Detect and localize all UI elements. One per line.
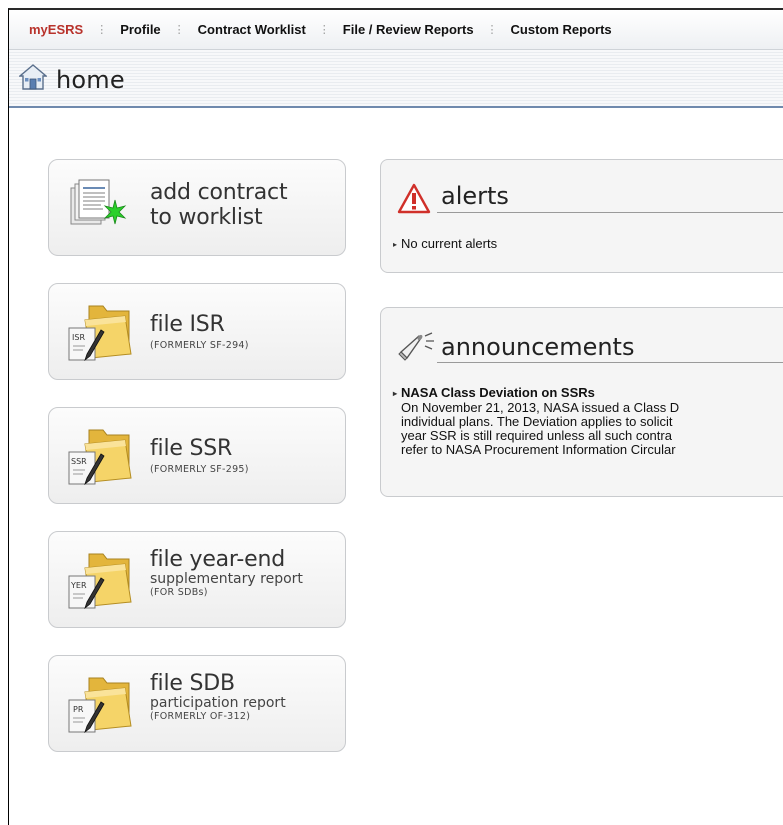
announcements-panel: announcements ▸ NASA Class Deviation on S…: [380, 307, 783, 497]
file-sdb-tile[interactable]: PR file SDB participation report (FORMER…: [48, 655, 346, 752]
nav-separator: ⋮: [486, 24, 498, 36]
add-contract-icon: [70, 179, 127, 225]
alert-item-text: No current alerts: [401, 236, 498, 251]
nav-separator: ⋮: [96, 24, 108, 36]
announcement-line: year SSR is still required unless all su…: [401, 428, 672, 443]
alert-item: ▸ No current alerts: [393, 236, 497, 251]
announcements-heading: announcements: [441, 333, 635, 361]
page-title: home: [56, 66, 125, 94]
announcement-title[interactable]: ▸ NASA Class Deviation on SSRs: [393, 386, 783, 401]
tile-badge: SSR: [71, 457, 87, 466]
nav-myesrs[interactable]: myESRS: [9, 22, 96, 37]
announcement-line: On November 21, 2013, NASA issued a Clas…: [401, 400, 680, 415]
announcement-title-text: NASA Class Deviation on SSRs: [401, 385, 595, 400]
file-isr-tile[interactable]: ISR file ISR (FORMERLY SF-294): [48, 283, 346, 380]
home-icon: [19, 64, 47, 90]
tile-subtitle: participation report: [150, 695, 286, 711]
file-year-end-tile[interactable]: YER file year-end supplementary report (…: [48, 531, 346, 628]
tile-subtitle: to worklist: [150, 205, 263, 230]
nav-contract-worklist[interactable]: Contract Worklist: [185, 22, 319, 37]
bullet-icon: ▸: [393, 389, 398, 398]
bullet-icon: ▸: [393, 240, 398, 249]
announcements-rule: [437, 362, 783, 363]
file-ssr-tile[interactable]: SSR file SSR (FORMERLY SF-295): [48, 407, 346, 504]
page-title-bar: home: [9, 50, 783, 108]
tile-title: file SDB: [150, 671, 235, 696]
alerts-rule: [437, 212, 783, 213]
nav-file-review-reports[interactable]: File / Review Reports: [330, 22, 487, 37]
tile-title: file SSR: [150, 436, 233, 461]
alerts-heading: alerts: [441, 182, 509, 210]
tile-badge: PR: [73, 705, 84, 714]
alert-warning-icon: [397, 183, 431, 214]
nav-custom-reports[interactable]: Custom Reports: [498, 22, 625, 37]
tile-title: file ISR: [150, 312, 225, 337]
folder-ssr-icon: SSR: [68, 429, 132, 486]
announcement-line: individual plans. The Deviation applies …: [401, 414, 673, 429]
alerts-panel: alerts ▸ No current alerts: [380, 159, 783, 273]
tile-note: (FOR SDBs): [150, 587, 208, 598]
folder-pr-icon: PR: [68, 677, 132, 734]
tile-badge: YER: [70, 581, 87, 590]
tile-subtitle: supplementary report: [150, 571, 303, 587]
tile-note: (FORMERLY OF-312): [150, 711, 251, 722]
app-frame: myESRS ⋮ Profile ⋮ Contract Worklist ⋮ F…: [8, 8, 783, 825]
nav-profile[interactable]: Profile: [107, 22, 173, 37]
announcement-line: refer to NASA Procurement Information Ci…: [401, 442, 676, 457]
top-nav: myESRS ⋮ Profile ⋮ Contract Worklist ⋮ F…: [9, 10, 783, 50]
megaphone-icon: [398, 332, 434, 361]
nav-separator: ⋮: [318, 24, 330, 36]
nav-separator: ⋮: [173, 24, 185, 36]
announcement-item: ▸ NASA Class Deviation on SSRs On Novembe…: [393, 386, 783, 457]
folder-isr-icon: ISR: [68, 305, 132, 362]
tile-note: (FORMERLY SF-294): [150, 340, 249, 351]
tile-note: (FORMERLY SF-295): [150, 464, 249, 475]
tile-title: add contract: [150, 180, 288, 205]
folder-yer-icon: YER: [68, 553, 132, 610]
tile-title: file year-end: [150, 547, 285, 572]
tile-badge: ISR: [72, 333, 85, 342]
add-contract-tile[interactable]: add contract to worklist: [48, 159, 346, 256]
